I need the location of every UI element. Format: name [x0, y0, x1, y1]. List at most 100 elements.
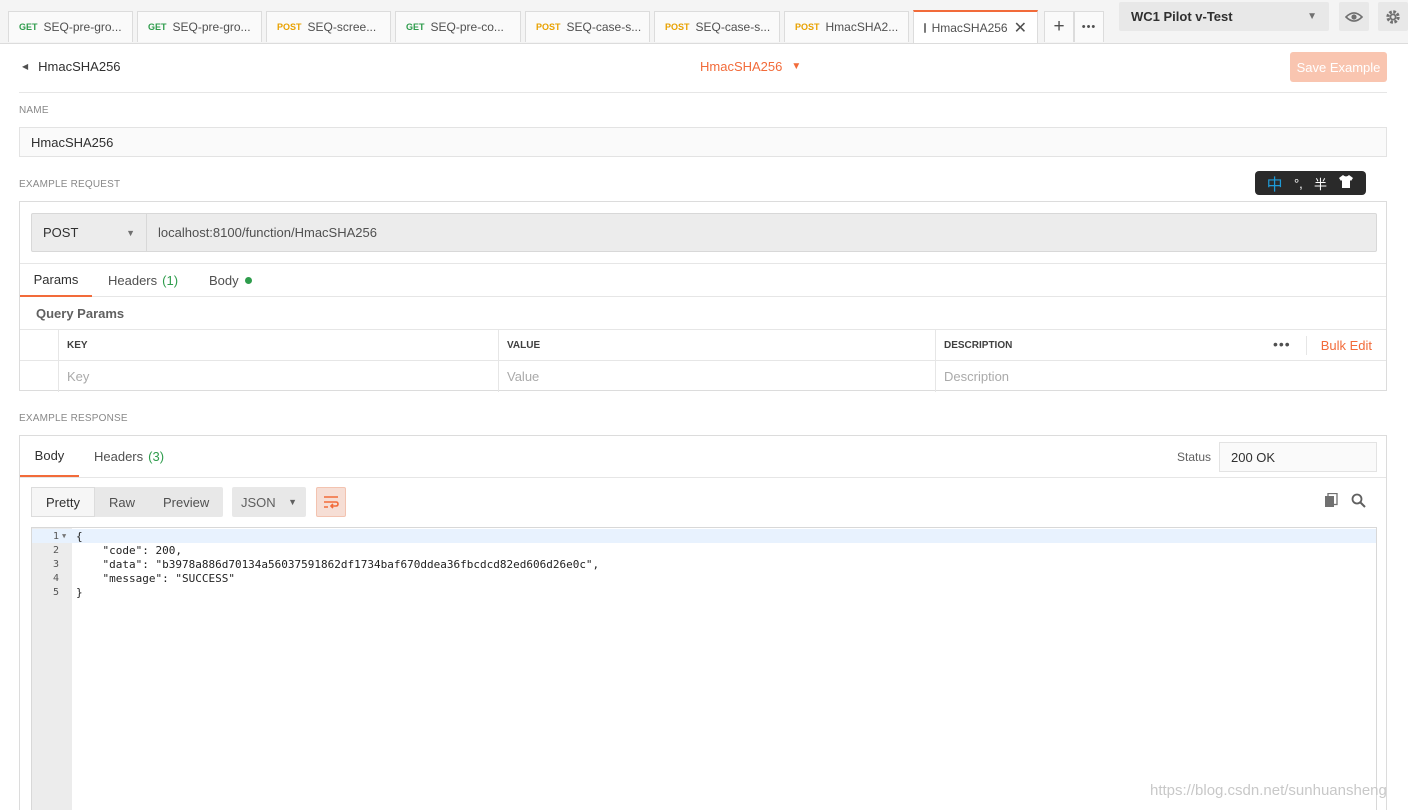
response-code-editor[interactable]: 1 ▼ { 2 "code": 200, 3 "data": "b3978a88…	[31, 527, 1377, 810]
close-icon[interactable]: ✕	[1014, 18, 1027, 38]
code-line: 2 "code": 200,	[32, 543, 1376, 557]
more-tabs-button[interactable]: •••	[1074, 11, 1104, 42]
environment-quick-look-button[interactable]	[1339, 2, 1369, 31]
code-text: }	[76, 585, 83, 599]
request-tab[interactable]: GET SEQ-pre-gro...	[137, 11, 262, 42]
code-text: "data": "b3978a886d70134a56037591862df17…	[76, 557, 600, 571]
more-options-icon[interactable]: •••	[1273, 336, 1291, 352]
key-input[interactable]: Key	[58, 361, 498, 392]
ime-width[interactable]: 半	[1314, 174, 1327, 193]
example-request-label: EXAMPLE REQUEST	[19, 179, 121, 190]
ime-toolbar[interactable]: 中 °, 半	[1255, 171, 1366, 195]
tab-body-label: Body	[34, 448, 65, 463]
request-tab[interactable]: POST SEQ-scree...	[266, 11, 391, 42]
status-label: Status	[1177, 450, 1212, 464]
tab-response-headers[interactable]: Headers (3)	[94, 436, 164, 477]
ime-punctuation[interactable]: °,	[1294, 176, 1303, 191]
table-row: Key Value Description	[20, 361, 1386, 392]
language-select[interactable]: JSON ▼	[232, 487, 306, 517]
copy-icon[interactable]	[1324, 492, 1338, 512]
example-icon	[924, 22, 926, 33]
tab-method: POST	[536, 22, 561, 32]
tab-headers[interactable]: Headers (1)	[108, 264, 178, 297]
code-text: "code": 200,	[76, 543, 182, 557]
divider	[19, 92, 1387, 93]
example-request-panel: POST ▼ localhost:8100/function/HmacSHA25…	[19, 201, 1387, 392]
format-raw[interactable]: Raw	[95, 487, 149, 517]
headers-count: (1)	[162, 273, 179, 288]
fold-arrow-icon[interactable]: ▼	[59, 532, 72, 540]
language-value: JSON	[241, 494, 276, 510]
query-params-title: Query Params	[36, 306, 125, 321]
request-tab[interactable]: GET SEQ-pre-gro...	[8, 11, 133, 42]
format-toggle: Pretty Raw Preview	[31, 487, 224, 517]
skin-icon[interactable]	[1338, 174, 1354, 192]
tab-label: HmacSHA256	[931, 20, 1008, 35]
method-value: POST	[43, 225, 79, 240]
tab-body[interactable]: Body	[209, 264, 252, 297]
request-tab[interactable]: POST HmacSHA2...	[784, 11, 909, 42]
format-pretty[interactable]: Pretty	[31, 487, 95, 517]
tab-method: POST	[277, 22, 302, 32]
tab-bar: GET SEQ-pre-gro... GET SEQ-pre-gro... PO…	[0, 0, 1408, 44]
method-select[interactable]: POST ▼	[32, 214, 147, 251]
chevron-down-icon: ▼	[1307, 11, 1317, 22]
active-example-tab[interactable]: HmacSHA256 ✕	[913, 10, 1038, 43]
code-text: {	[76, 529, 83, 543]
request-tab[interactable]: POST SEQ-case-s...	[525, 11, 650, 42]
back-label: HmacSHA256	[38, 59, 121, 74]
wrap-lines-icon	[324, 496, 339, 509]
line-number: 4	[52, 572, 59, 584]
request-tab[interactable]: POST SEQ-case-s...	[654, 11, 780, 42]
tab-response-body[interactable]: Body	[20, 436, 79, 477]
response-tabs: Body Headers (3) Status 200 OK	[20, 436, 1386, 478]
example-title: HmacSHA256	[700, 59, 783, 74]
example-title-dropdown[interactable]: HmacSHA256 ▼	[700, 59, 801, 74]
format-preview[interactable]: Preview	[149, 487, 223, 517]
tab-label: SEQ-pre-gro...	[172, 20, 251, 34]
request-url-bar: POST ▼ localhost:8100/function/HmacSHA25…	[31, 213, 1377, 252]
wrap-lines-button[interactable]	[316, 487, 346, 517]
chevron-down-icon: ▼	[126, 227, 135, 238]
tab-label: SEQ-pre-gro...	[43, 20, 122, 34]
url-input[interactable]: localhost:8100/function/HmacSHA256	[147, 225, 377, 240]
code-line: 3 "data": "b3978a886d70134a56037591862df…	[32, 557, 1376, 571]
back-arrow-icon: ◀	[22, 62, 29, 71]
settings-button[interactable]	[1378, 2, 1408, 31]
line-number: 3	[52, 558, 59, 570]
tab-method: POST	[665, 22, 690, 32]
name-label: NAME	[19, 105, 49, 116]
value-input[interactable]: Value	[498, 361, 935, 392]
column-value: VALUE	[498, 330, 935, 361]
search-icon[interactable]	[1351, 493, 1366, 512]
example-response-label: EXAMPLE RESPONSE	[19, 413, 128, 424]
bulk-edit-link[interactable]: Bulk Edit	[1321, 338, 1372, 353]
code-text: "message": "SUCCESS"	[76, 571, 235, 585]
request-tab[interactable]: GET SEQ-pre-co...	[395, 11, 521, 42]
description-input[interactable]: Description	[935, 361, 1386, 392]
gear-icon	[1386, 9, 1400, 24]
body-indicator-dot	[244, 277, 252, 284]
tab-label: SEQ-scree...	[307, 20, 377, 34]
divider	[1306, 336, 1307, 355]
tab-params[interactable]: Params	[20, 264, 92, 297]
column-key: KEY	[58, 330, 498, 361]
save-example-button[interactable]: Save Example	[1290, 52, 1387, 82]
new-tab-button[interactable]: +	[1044, 11, 1074, 42]
tab-label: SEQ-pre-co...	[430, 20, 504, 34]
example-response-panel: Body Headers (3) Status 200 OK Pretty Ra…	[19, 435, 1387, 810]
tab-headers-label: Headers	[108, 273, 158, 288]
status-input[interactable]: 200 OK	[1219, 442, 1377, 472]
tab-method: POST	[795, 22, 820, 32]
name-input[interactable]: HmacSHA256	[19, 127, 1387, 157]
tab-headers-label: Headers	[94, 449, 144, 464]
headers-count: (3)	[148, 449, 165, 464]
environment-select[interactable]: WC1 Pilot v-Test ▼	[1119, 2, 1329, 31]
tab-params-label: Params	[33, 272, 79, 287]
column-description: DESCRIPTION	[935, 330, 1275, 361]
code-line: 4 "message": "SUCCESS"	[32, 571, 1376, 585]
watermark: https://blog.csdn.net/sunhuansheng	[1150, 782, 1387, 799]
back-link[interactable]: ◀ HmacSHA256	[22, 59, 121, 74]
code-line: 5 }	[32, 585, 1376, 599]
ime-mode[interactable]: 中	[1267, 171, 1283, 195]
